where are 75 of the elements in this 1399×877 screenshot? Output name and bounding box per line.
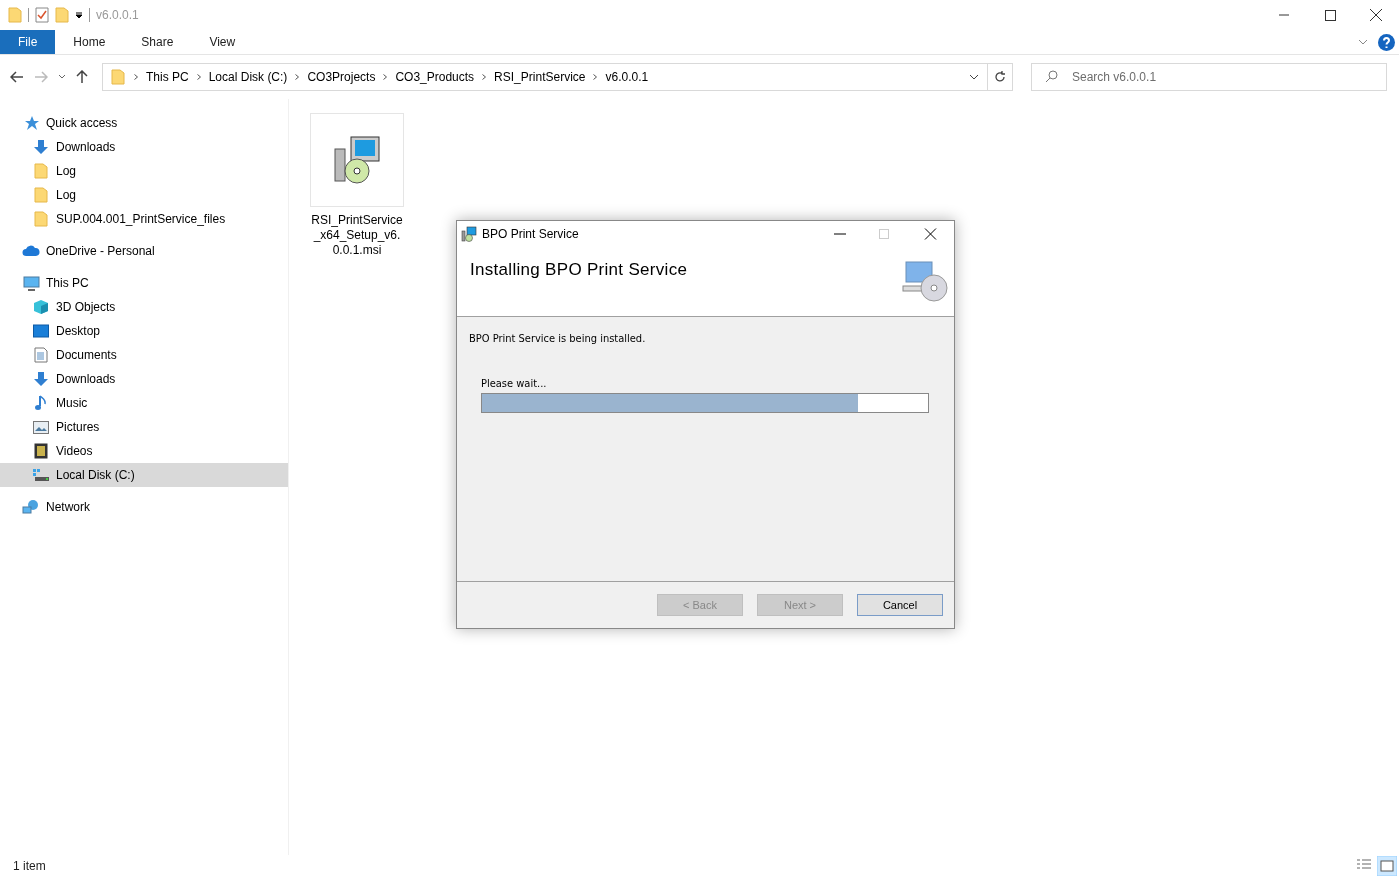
chevron-right-icon — [383, 74, 388, 80]
breadcrumb-item[interactable]: CO3Projects — [304, 70, 379, 84]
ribbon-tab[interactable]: Home — [55, 30, 124, 54]
download-arrow-icon — [33, 139, 49, 155]
desktop-icon — [33, 324, 49, 338]
music-note-icon — [34, 395, 48, 411]
nav-item[interactable]: This PC — [0, 271, 288, 295]
breadcrumb-item[interactable]: CO3_Products — [392, 70, 478, 84]
ribbon-tab[interactable]: Share — [123, 30, 192, 54]
download-arrow-icon — [33, 371, 49, 387]
chevron-right-icon — [134, 74, 138, 80]
nav-item[interactable]: Music — [0, 391, 288, 415]
star-icon — [23, 115, 39, 131]
chevron-right-icon — [295, 74, 300, 80]
chevron-right-icon — [482, 74, 487, 80]
folder-icon — [34, 163, 48, 179]
chevron-right-icon — [196, 74, 201, 80]
nav-item[interactable]: Pictures — [0, 415, 288, 439]
large-icons-view-icon[interactable] — [1377, 856, 1397, 876]
cloud-icon — [22, 245, 40, 257]
nav-item[interactable]: OneDrive - Personal — [0, 239, 288, 263]
breadcrumb-item[interactable]: This PC — [143, 70, 192, 84]
chevron-down-icon[interactable] — [58, 74, 66, 80]
up-arrow-icon[interactable] — [76, 70, 88, 84]
breadcrumb-item[interactable]: RSI_PrintService — [491, 70, 589, 84]
nav-item[interactable]: Downloads — [0, 135, 288, 159]
installer-icon — [461, 225, 477, 242]
folder-icon — [111, 69, 125, 85]
window-title: v6.0.0.1 — [96, 8, 139, 22]
file-name[interactable]: RSI_PrintService_x64_Setup_v6.0.0.1.msi — [310, 213, 404, 258]
dialog-title: BPO Print Service — [482, 226, 579, 241]
search-field[interactable]: Search v6.0.0.1 — [1031, 63, 1387, 91]
nav-item[interactable]: SUP.004.001_PrintService_files — [0, 207, 288, 231]
file-menu-tab[interactable]: File — [0, 30, 56, 54]
folder-icon — [8, 7, 22, 23]
dropdown-arrow-icon[interactable] — [75, 11, 83, 19]
back-arrow-icon[interactable] — [10, 71, 24, 83]
dialog-button[interactable]: Cancel — [857, 594, 943, 616]
file-thumbnail[interactable] — [310, 113, 404, 207]
search-icon — [1045, 70, 1058, 83]
item-count: 1 item — [13, 859, 46, 873]
cube-icon — [33, 299, 49, 315]
folder-icon — [34, 211, 48, 227]
breadcrumb-item[interactable]: Local Disk (C:) — [205, 70, 291, 84]
nav-item[interactable]: Downloads — [0, 367, 288, 391]
monitor-icon — [22, 275, 40, 291]
installer-package-icon — [333, 135, 381, 185]
ribbon-tab[interactable]: View — [191, 30, 254, 54]
document-icon — [34, 347, 48, 363]
progress-label: Please wait... — [481, 377, 548, 390]
picture-icon — [33, 420, 49, 434]
breadcrumb-item[interactable]: v6.0.0.1 — [602, 70, 652, 84]
folder-icon — [34, 187, 48, 203]
nav-item[interactable]: Local Disk (C:) — [0, 463, 288, 487]
nav-item[interactable]: Quick access — [0, 111, 288, 135]
refresh-icon[interactable] — [994, 71, 1006, 83]
dialog-heading: Installing BPO Print Service — [470, 260, 689, 281]
maximize-icon — [879, 228, 889, 239]
address-bar[interactable]: This PC Local Disk (C:) CO3Projects CO3_Products RSI_PrintService v6.0.0.1 — [102, 63, 1013, 91]
nav-item[interactable]: Documents — [0, 343, 288, 367]
properties-icon[interactable] — [35, 7, 49, 23]
details-view-icon[interactable] — [1355, 856, 1373, 872]
help-icon[interactable] — [1378, 33, 1395, 51]
nav-item[interactable]: Log — [0, 159, 288, 183]
film-icon — [34, 443, 48, 459]
drive-icon — [32, 468, 50, 482]
nav-item[interactable]: Desktop — [0, 319, 288, 343]
network-icon — [22, 499, 40, 515]
nav-item[interactable]: Log — [0, 183, 288, 207]
computer-with-disc-icon — [902, 260, 948, 304]
nav-item[interactable]: Network — [0, 495, 288, 519]
nav-item[interactable]: Videos — [0, 439, 288, 463]
nav-item[interactable]: 3D Objects — [0, 295, 288, 319]
status-message: BPO Print Service is being installed. — [469, 332, 647, 345]
chevron-right-icon — [593, 74, 598, 80]
